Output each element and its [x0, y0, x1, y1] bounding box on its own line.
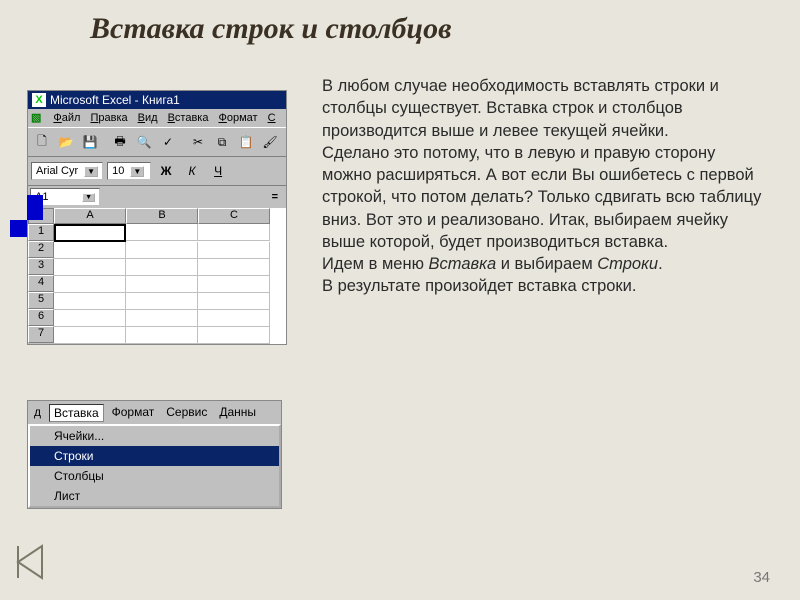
chevron-down-icon[interactable]: ▼: [130, 166, 144, 177]
column-headers-row: A B C: [28, 208, 286, 224]
col-header-c[interactable]: C: [198, 208, 270, 224]
menu-view[interactable]: Вид: [135, 111, 161, 125]
cell-a7[interactable]: [54, 327, 126, 344]
copy-button[interactable]: ⧉: [211, 131, 233, 153]
excel-titlebar: X Microsoft Excel - Книга1: [28, 91, 286, 109]
paragraph-1: В любом случае необходимость вставлять с…: [322, 75, 762, 142]
menu-data[interactable]: Данны: [215, 404, 260, 422]
cell-c1[interactable]: [198, 224, 270, 241]
text-span: .: [658, 255, 663, 273]
cell-b4[interactable]: [126, 276, 198, 293]
font-select[interactable]: Arial Cyr ▼: [31, 162, 103, 180]
body-text: В любом случае необходимость вставлять с…: [322, 75, 762, 298]
menu-format[interactable]: Формат: [215, 111, 260, 125]
menu-fragment-prefix: д: [30, 404, 45, 422]
underline-button[interactable]: Ч: [207, 160, 229, 182]
open-button[interactable]: 📂: [55, 131, 77, 153]
bold-button[interactable]: Ж: [155, 160, 177, 182]
font-name: Arial Cyr: [36, 165, 78, 177]
text-span: и выбираем: [496, 255, 597, 273]
format-painter-button[interactable]: 🖌: [259, 131, 281, 153]
emphasis-rows: Строки: [597, 255, 658, 273]
page-title: Вставка строк и столбцов: [90, 12, 452, 46]
save-button[interactable]: 💾: [79, 131, 101, 153]
cell-a2[interactable]: [54, 242, 126, 259]
menu-item-cells[interactable]: Ячейки...: [30, 426, 279, 446]
menu-cut[interactable]: С: [265, 111, 279, 125]
cell-c3[interactable]: [198, 259, 270, 276]
font-size: 10: [112, 165, 124, 177]
cell-a4[interactable]: [54, 276, 126, 293]
excel-toolbar: 🗋 📂 💾 🖶 🔍 ✓ ✂ ⧉ 📋 🖌: [28, 127, 286, 157]
row-header-4[interactable]: 4: [28, 275, 54, 292]
cell-b7[interactable]: [126, 327, 198, 344]
row-header-7[interactable]: 7: [28, 326, 54, 343]
cell-b5[interactable]: [126, 293, 198, 310]
page-number: 34: [753, 569, 770, 586]
prev-slide-icon[interactable]: [14, 544, 46, 580]
row-header-1[interactable]: 1: [28, 224, 54, 241]
doc-icon: ▧: [31, 111, 41, 125]
font-size-select[interactable]: 10 ▼: [107, 162, 151, 180]
cell-a1[interactable]: [54, 224, 126, 242]
cell-c7[interactable]: [198, 327, 270, 344]
chevron-down-icon[interactable]: ▼: [82, 193, 95, 202]
menu-format[interactable]: Формат: [108, 404, 159, 422]
preview-button[interactable]: 🔍: [133, 131, 155, 153]
namebox-row: A1 ▼ =: [28, 186, 286, 208]
excel-title: Microsoft Excel - Книга1: [50, 93, 180, 107]
print-button[interactable]: 🖶: [109, 131, 131, 153]
excel-window-main: X Microsoft Excel - Книга1 ▧ Файл Правка…: [27, 90, 287, 345]
menu-item-columns[interactable]: Столбцы: [30, 466, 279, 486]
excel-insert-menu-snippet: д Вставка Формат Сервис Данны Ячейки... …: [27, 400, 282, 509]
insert-dropdown-menu: Ячейки... Строки Столбцы Лист: [28, 424, 281, 508]
cell-c6[interactable]: [198, 310, 270, 327]
paste-button[interactable]: 📋: [235, 131, 257, 153]
cell-a6[interactable]: [54, 310, 126, 327]
row-header-6[interactable]: 6: [28, 309, 54, 326]
menu-item-rows[interactable]: Строки: [30, 446, 279, 466]
row-header-2[interactable]: 2: [28, 241, 54, 258]
menu-insert[interactable]: Вставка: [49, 404, 104, 422]
text-span: Идем в меню: [322, 255, 429, 273]
cell-b6[interactable]: [126, 310, 198, 327]
excel-menubar-2: д Вставка Формат Сервис Данны: [28, 401, 281, 425]
cell-b1[interactable]: [126, 224, 198, 241]
chevron-down-icon[interactable]: ▼: [84, 166, 98, 177]
formula-eq: =: [266, 191, 284, 203]
cell-c4[interactable]: [198, 276, 270, 293]
menu-insert[interactable]: Вставка: [165, 111, 212, 125]
col-header-b[interactable]: B: [126, 208, 198, 224]
col-header-a[interactable]: A: [54, 208, 126, 224]
cell-b2[interactable]: [126, 242, 198, 259]
excel-format-bar: Arial Cyr ▼ 10 ▼ Ж К Ч: [28, 157, 286, 186]
annotation-marker-top: [27, 195, 43, 220]
emphasis-insert: Вставка: [429, 255, 497, 273]
excel-logo-icon: X: [32, 93, 46, 107]
cell-a3[interactable]: [54, 259, 126, 276]
excel-menubar[interactable]: ▧ Файл Правка Вид Вставка Формат С: [28, 109, 286, 127]
menu-tools[interactable]: Сервис: [162, 404, 211, 422]
italic-button[interactable]: К: [181, 160, 203, 182]
paragraph-4: В результате произойдет вставка строки.: [322, 275, 762, 297]
menu-file[interactable]: Файл: [50, 111, 83, 125]
row-header-3[interactable]: 3: [28, 258, 54, 275]
paragraph-2: Сделано это потому, что в левую и правую…: [322, 142, 762, 253]
spell-button[interactable]: ✓: [157, 131, 179, 153]
cell-a5[interactable]: [54, 293, 126, 310]
grid-body: 1 2 3 4 5 6 7: [28, 224, 286, 344]
cell-b3[interactable]: [126, 259, 198, 276]
annotation-marker-left: [10, 220, 27, 237]
menu-item-sheet[interactable]: Лист: [30, 486, 279, 506]
cut-button[interactable]: ✂: [187, 131, 209, 153]
cell-c2[interactable]: [198, 242, 270, 259]
paragraph-3: Идем в меню Вставка и выбираем Строки.: [322, 253, 762, 275]
cell-c5[interactable]: [198, 293, 270, 310]
row-header-5[interactable]: 5: [28, 292, 54, 309]
menu-edit[interactable]: Правка: [87, 111, 130, 125]
new-doc-button[interactable]: 🗋: [31, 131, 53, 153]
